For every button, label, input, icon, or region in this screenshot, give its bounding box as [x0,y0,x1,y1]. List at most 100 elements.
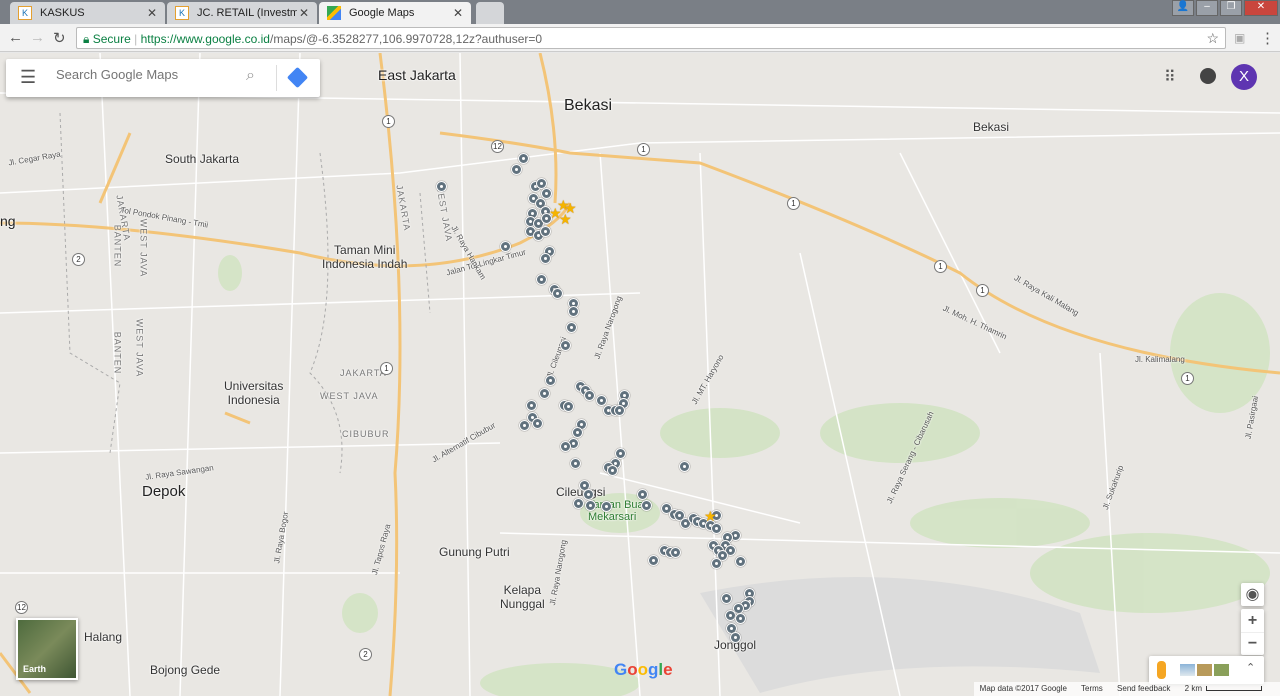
zoom-controls: + − [1241,609,1264,655]
place-marker[interactable] [607,465,618,476]
minimize-button[interactable]: – [1196,0,1218,16]
place-marker[interactable] [648,555,659,566]
place-marker[interactable] [540,253,551,264]
close-tab-icon[interactable]: ✕ [453,6,463,20]
place-marker[interactable] [436,181,447,192]
imagery-thumb[interactable] [1214,664,1229,676]
search-icon[interactable]: ⌕ [246,67,255,85]
google-maps-icon [327,6,341,20]
map-footer: Map data ©2017 Google Terms Send feedbac… [973,682,1280,696]
imagery-thumb[interactable] [1197,664,1212,676]
close-tab-icon[interactable]: ✕ [299,6,309,20]
place-marker[interactable] [518,153,529,164]
place-marker[interactable] [526,400,537,411]
scale-bar[interactable]: 2 km [1185,684,1202,693]
restore-button[interactable]: ❐ [1220,0,1242,16]
place-marker[interactable] [711,558,722,569]
tab-jc-retail[interactable]: KJC. RETAIL (Investment P✕ [167,2,317,24]
kaskus-icon: K [18,6,32,20]
place-marker[interactable] [730,632,741,643]
google-logo: Google [614,660,673,679]
place-marker[interactable] [500,241,511,252]
road-shield: 12 [491,140,504,153]
avatar[interactable]: X [1231,64,1257,90]
place-marker[interactable] [583,489,594,500]
apps-grid-icon[interactable]: ⠿ [1164,67,1176,87]
search-input[interactable] [56,67,241,82]
place-marker[interactable] [511,164,522,175]
place-marker[interactable] [670,547,681,558]
zoom-out-button[interactable]: − [1241,632,1264,655]
road-shield: 1 [1181,372,1194,385]
place-marker[interactable] [572,427,583,438]
road-shield: 1 [637,143,650,156]
imagery-thumb[interactable] [1180,664,1195,676]
url-input[interactable]: 🔒︎ Secure | https://www.google.co.id/map… [76,27,1226,49]
browser-tab-bar: KKASKUS✕ KJC. RETAIL (Investment P✕ Goog… [0,0,1280,24]
my-location-button[interactable]: ◉ [1241,583,1264,606]
directions-icon[interactable] [286,66,309,89]
road-shield: 12 [15,601,28,614]
place-marker[interactable] [614,405,625,416]
forward-icon[interactable]: → [30,29,45,46]
lock-icon: 🔒︎ [83,32,90,46]
zoom-in-button[interactable]: + [1241,609,1264,632]
place-marker[interactable] [735,556,746,567]
place-marker[interactable] [568,306,579,317]
place-marker[interactable] [573,498,584,509]
place-marker[interactable] [560,441,571,452]
divider [276,65,277,91]
menu-icon[interactable]: ☰ [20,67,36,88]
place-marker[interactable] [536,274,547,285]
place-marker[interactable] [566,322,577,333]
place-marker[interactable] [560,340,571,351]
place-marker[interactable] [641,500,652,511]
place-marker[interactable] [545,375,556,386]
expand-icon[interactable]: ⌃ [1246,661,1255,674]
place-marker[interactable] [735,613,746,624]
place-marker[interactable] [570,458,581,469]
place-marker[interactable] [540,226,551,237]
place-marker[interactable] [541,188,552,199]
tab-google-maps[interactable]: Google Maps ✕ [319,2,471,24]
place-marker[interactable] [519,420,530,431]
kaskus-icon: K [175,6,189,20]
bookmark-star-icon[interactable]: ☆ [1206,30,1219,47]
terms-link[interactable]: Terms [1081,684,1103,693]
tab-kaskus[interactable]: K KASKUS ✕ [10,2,165,24]
starred-place-icon[interactable]: ★ [564,200,577,217]
place-marker[interactable] [563,401,574,412]
place-marker[interactable] [679,461,690,472]
road-shield: 1 [787,197,800,210]
place-marker[interactable] [532,418,543,429]
place-marker[interactable] [584,390,595,401]
extension-icon[interactable]: ▣ [1234,31,1245,45]
place-marker[interactable] [539,388,550,399]
notifications-icon[interactable] [1200,68,1216,84]
chrome-menu-icon[interactable]: ⋮ [1260,29,1275,47]
place-marker[interactable] [596,395,607,406]
road-shield: 1 [382,115,395,128]
road-shield: 2 [72,253,85,266]
place-marker[interactable] [601,501,612,512]
earth-view-toggle[interactable]: Earth [16,618,78,680]
imagery-panel: ⌃ [1149,656,1264,684]
place-marker[interactable] [585,500,596,511]
user-icon[interactable]: 👤 [1172,0,1194,16]
close-window-button[interactable]: ✕ [1244,0,1278,16]
map-canvas[interactable]: East Jakarta Bekasi Bekasi South Jakarta… [0,53,1280,696]
new-tab-button[interactable] [476,2,504,24]
address-bar-row: ← → ↻ 🔒︎ Secure | https://www.google.co.… [0,24,1280,52]
close-tab-icon[interactable]: ✕ [147,6,157,20]
place-marker[interactable] [721,593,732,604]
road-shield: 1 [380,362,393,375]
place-marker[interactable] [552,288,563,299]
reload-icon[interactable]: ↻ [53,29,66,47]
road-shield: 2 [359,648,372,661]
back-icon[interactable]: ← [8,29,23,46]
pegman-icon[interactable] [1157,661,1166,679]
road-shield: 1 [976,284,989,297]
starred-place-icon[interactable]: ★ [704,508,717,525]
place-marker[interactable] [637,489,648,500]
send-feedback-link[interactable]: Send feedback [1117,684,1170,693]
